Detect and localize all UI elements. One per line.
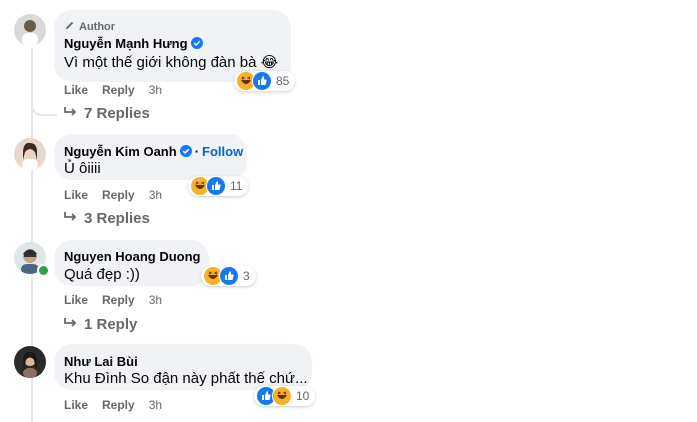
like-button[interactable]: Like: [64, 83, 88, 97]
reply-button[interactable]: Reply: [102, 293, 135, 307]
reply-button[interactable]: Reply: [102, 188, 135, 202]
reaction-count: 3: [243, 269, 250, 283]
verified-badge-icon: [179, 145, 192, 157]
avatar[interactable]: [14, 346, 46, 378]
like-reaction-icon: [252, 71, 272, 91]
like-button[interactable]: Like: [64, 398, 88, 412]
view-replies-button[interactable]: 3 Replies: [64, 210, 150, 227]
laughing-emoji: 😂: [260, 54, 279, 71]
replies-label: 7 Replies: [84, 105, 150, 122]
comment-text: Vì một thế giới không đàn bà 😂: [64, 54, 279, 71]
reply-button[interactable]: Reply: [102, 83, 135, 97]
avatar[interactable]: [14, 138, 46, 170]
author-badge: Author: [64, 20, 115, 34]
reaction-summary[interactable]: 3: [201, 266, 256, 286]
like-reaction-icon: [219, 266, 239, 286]
author-badge-label: Author: [79, 21, 116, 33]
comment-actions: Like Reply 3h: [64, 398, 162, 412]
comment-timestamp[interactable]: 3h: [149, 398, 162, 412]
reaction-summary[interactable]: 85: [234, 71, 296, 91]
comment-timestamp[interactable]: 3h: [149, 188, 162, 202]
comment-actions: Like Reply 3h: [64, 83, 162, 97]
reply-arrow-icon: [64, 210, 78, 227]
replies-label: 1 Reply: [84, 316, 138, 333]
online-status-indicator: [37, 264, 50, 277]
thread-line: [31, 378, 33, 422]
replies-label: 3 Replies: [84, 210, 150, 227]
comment-actions: Like Reply 3h: [64, 188, 162, 202]
follow-button[interactable]: Follow: [202, 144, 243, 159]
reaction-summary[interactable]: 11: [188, 176, 249, 196]
commenter-name[interactable]: Như Lai Bùi: [64, 354, 138, 369]
comment-timestamp[interactable]: 3h: [149, 293, 162, 307]
comment-text: Ủ ôiiii: [64, 160, 101, 177]
reply-arrow-icon: [64, 316, 78, 333]
thread-connector: [31, 96, 57, 116]
view-replies-button[interactable]: 7 Replies: [64, 105, 150, 122]
reply-button[interactable]: Reply: [102, 398, 135, 412]
avatar[interactable]: [14, 14, 46, 46]
commenter-name[interactable]: Nguyễn Mạnh Hưng: [64, 36, 203, 51]
reaction-count: 11: [230, 179, 243, 193]
like-button[interactable]: Like: [64, 188, 88, 202]
reaction-count: 10: [296, 389, 310, 403]
comment-timestamp[interactable]: 3h: [149, 83, 162, 97]
comment-actions: Like Reply 3h: [64, 293, 162, 307]
commenter-name[interactable]: Nguyễn Kim Oanh · Follow: [64, 144, 243, 159]
reaction-summary[interactable]: 10: [254, 386, 316, 406]
haha-reaction-icon: [272, 386, 292, 406]
verified-badge-icon: [190, 37, 203, 49]
like-reaction-icon: [206, 176, 226, 196]
comment-text: Khu Đình So đận này phất thế chứ...: [64, 370, 308, 387]
like-button[interactable]: Like: [64, 293, 88, 307]
view-replies-button[interactable]: 1 Reply: [64, 316, 137, 333]
pencil-icon: [64, 20, 75, 34]
reaction-count: 85: [276, 74, 290, 88]
comment-text: Quá đẹp :)): [64, 266, 140, 283]
reply-arrow-icon: [64, 105, 78, 122]
commenter-name[interactable]: Nguyen Hoang Duong: [64, 249, 201, 264]
